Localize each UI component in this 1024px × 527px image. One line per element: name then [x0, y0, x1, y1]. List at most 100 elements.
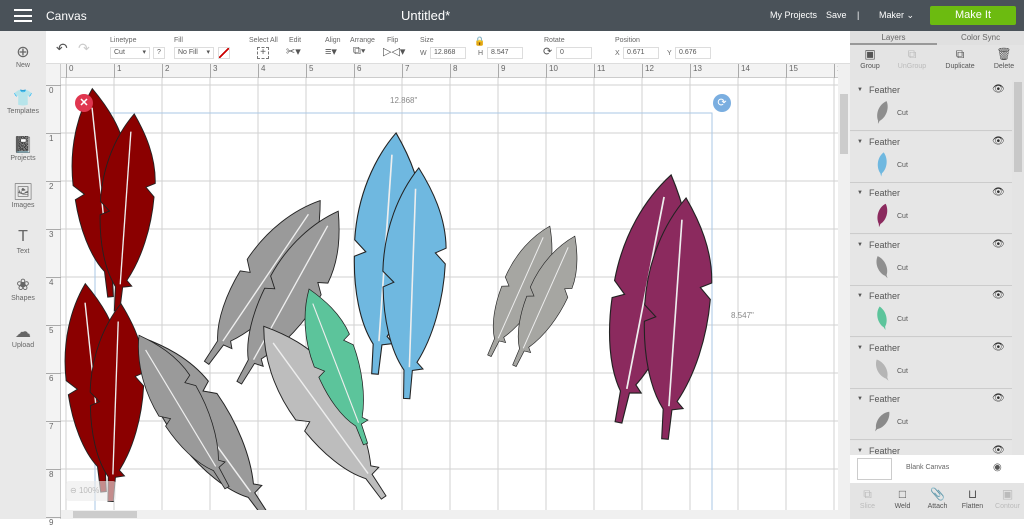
flatten-button[interactable]: ⊔ Flatten — [955, 487, 990, 510]
slice-button[interactable]: ⧉ Slice — [850, 487, 885, 510]
ruler-tick: 3 — [46, 229, 61, 239]
save-link[interactable]: Save — [826, 10, 847, 20]
x-input[interactable]: 0.671 — [623, 47, 659, 59]
arrange-icon[interactable]: ⧉▾ — [353, 45, 365, 58]
sidebar-item-projects[interactable]: 📓 Projects — [0, 135, 46, 162]
hidden-eye-icon[interactable]: ◉ — [993, 462, 1002, 473]
zoom-control[interactable]: ⊖ 100% — [66, 481, 116, 501]
caret-down-icon[interactable]: ▼ — [857, 345, 863, 351]
sidebar-item-shapes[interactable]: ❀ Shapes — [0, 275, 46, 302]
linetype-value: Cut — [114, 49, 125, 56]
lock-icon[interactable]: 🔒 — [474, 36, 485, 47]
y-input[interactable]: 0.676 — [675, 47, 711, 59]
sidebar-item-upload[interactable]: ☁ Upload — [0, 322, 46, 349]
tab-layers[interactable]: Layers — [850, 31, 937, 45]
caret-down-icon[interactable]: ▼ — [857, 448, 863, 454]
hamburger-menu-icon[interactable] — [14, 9, 32, 22]
sidebar-item-text[interactable]: T Text — [0, 228, 46, 255]
caret-down-icon[interactable]: ▼ — [857, 242, 863, 248]
layer-item[interactable]: ▼Feather👁Cut — [850, 183, 1012, 234]
caret-down-icon[interactable]: ▼ — [857, 293, 863, 299]
ungroup-button[interactable]: ⧉ UnGroup — [892, 47, 932, 70]
rotate-handle-icon[interactable]: ⟳ — [713, 94, 731, 112]
eye-icon[interactable]: 👁 — [992, 290, 1005, 301]
layers-scrollbar[interactable] — [1014, 82, 1022, 172]
top-bar: Canvas Untitled* My Projects Save | Make… — [0, 0, 1024, 31]
my-projects-link[interactable]: My Projects — [770, 10, 817, 20]
fill-label: Fill — [174, 37, 183, 44]
edit-scissors-icon[interactable]: ✂▾ — [286, 45, 301, 58]
layer-item[interactable]: ▼Feather👁Cut — [850, 234, 1012, 286]
fill-color-swatch[interactable] — [218, 47, 230, 59]
flip-label: Flip — [387, 37, 399, 44]
eye-icon[interactable]: 👁 — [992, 445, 1005, 456]
caret-down-icon[interactable]: ▼ — [857, 87, 863, 93]
align-icon[interactable]: ≡▾ — [325, 45, 337, 58]
layer-item[interactable]: ▼Feather👁Cut — [850, 440, 1012, 456]
sidebar-item-images[interactable]: 🖼 Images — [0, 182, 46, 209]
rotate-input[interactable]: 0 — [556, 47, 592, 59]
upload-icon: ☁ — [15, 324, 31, 341]
height-input[interactable]: 8.547 — [487, 47, 523, 59]
eye-icon[interactable]: 👁 — [992, 342, 1005, 353]
help-button[interactable]: ? — [153, 47, 165, 59]
ruler-tick: 2 — [162, 64, 169, 78]
ruler-tick: 14 — [738, 64, 750, 78]
blank-canvas-swatch[interactable] — [857, 458, 892, 480]
eye-icon[interactable]: 👁 — [992, 84, 1005, 95]
layer-item[interactable]: ▼Feather👁Cut — [850, 131, 1012, 183]
size-label: Size — [420, 37, 434, 44]
redo-icon[interactable]: ↷ — [78, 40, 90, 57]
height-dimension: 8.547" — [731, 311, 754, 320]
delete-selection-icon[interactable]: ✕ — [75, 94, 93, 112]
feather-thumbnail-icon — [876, 358, 889, 381]
zoom-out-icon[interactable]: ⊖ — [70, 486, 77, 495]
attach-button[interactable]: 📎 Attach — [920, 487, 955, 510]
position-label: Position — [615, 37, 640, 44]
width-input[interactable]: 12.868 — [430, 47, 466, 59]
canvas-horizontal-scrollbar[interactable] — [61, 510, 838, 519]
eye-icon[interactable]: 👁 — [992, 393, 1005, 404]
eye-icon[interactable]: 👁 — [992, 136, 1005, 147]
caret-down-icon[interactable]: ▼ — [857, 396, 863, 402]
tab-color-sync[interactable]: Color Sync — [937, 31, 1024, 45]
flatten-label: Flatten — [961, 503, 984, 510]
sidebar-item-templates[interactable]: 👕 Templates — [0, 88, 46, 115]
linetype-select[interactable]: Cut ▾ — [110, 47, 150, 59]
undo-icon[interactable]: ↶ — [56, 40, 68, 57]
ruler-tick: 0 — [46, 85, 61, 95]
weld-button[interactable]: □ Weld — [885, 487, 920, 510]
ruler-tick: 6 — [46, 373, 61, 383]
arrange-label: Arrange — [350, 37, 375, 44]
layer-operation: Cut — [897, 367, 908, 375]
group-button[interactable]: ▣ Group — [850, 47, 890, 70]
layer-operation: Cut — [897, 419, 908, 426]
layer-item[interactable]: ▼Feather👁Cut — [850, 80, 1012, 131]
blank-canvas-row[interactable]: Blank Canvas ◉ — [850, 455, 1024, 483]
machine-select[interactable]: Maker ⌄ — [879, 10, 914, 21]
make-it-button[interactable]: Make It — [930, 6, 1016, 25]
layer-item[interactable]: ▼Feather👁Cut — [850, 389, 1012, 440]
delete-button[interactable]: 🗑 Delete — [984, 47, 1024, 70]
eye-icon[interactable]: 👁 — [992, 239, 1005, 250]
sidebar-item-label: Images — [11, 202, 35, 209]
ruler-tick: 7 — [46, 421, 61, 431]
sidebar-item-label: New — [15, 62, 30, 69]
layer-item[interactable]: ▼Feather👁Cut — [850, 337, 1012, 389]
eye-icon[interactable]: 👁 — [992, 187, 1005, 198]
feather-thumbnail-icon — [877, 203, 888, 228]
contour-button[interactable]: ▣ Contour — [990, 487, 1024, 510]
layer-item[interactable]: ▼Feather👁Cut — [850, 286, 1012, 337]
design-canvas[interactable]: 12.868" 8.547" ✕ ⟳ ⊖ 100% — [61, 78, 838, 510]
text-icon: T — [18, 228, 28, 245]
fill-select[interactable]: No Fill ▾ — [174, 47, 214, 59]
canvas-vertical-scrollbar[interactable] — [838, 64, 850, 519]
sidebar-item-new[interactable]: ⊕ New — [0, 42, 46, 69]
ruler-tick: 2 — [46, 181, 61, 191]
caret-down-icon[interactable]: ▼ — [857, 190, 863, 196]
caret-down-icon[interactable]: ▼ — [857, 139, 863, 145]
select-all-icon[interactable]: + — [257, 47, 269, 59]
edit-label: Edit — [289, 37, 302, 44]
duplicate-button[interactable]: ⧉ Duplicate — [940, 47, 980, 70]
flip-icon[interactable]: ▷◁▾ — [383, 45, 405, 58]
